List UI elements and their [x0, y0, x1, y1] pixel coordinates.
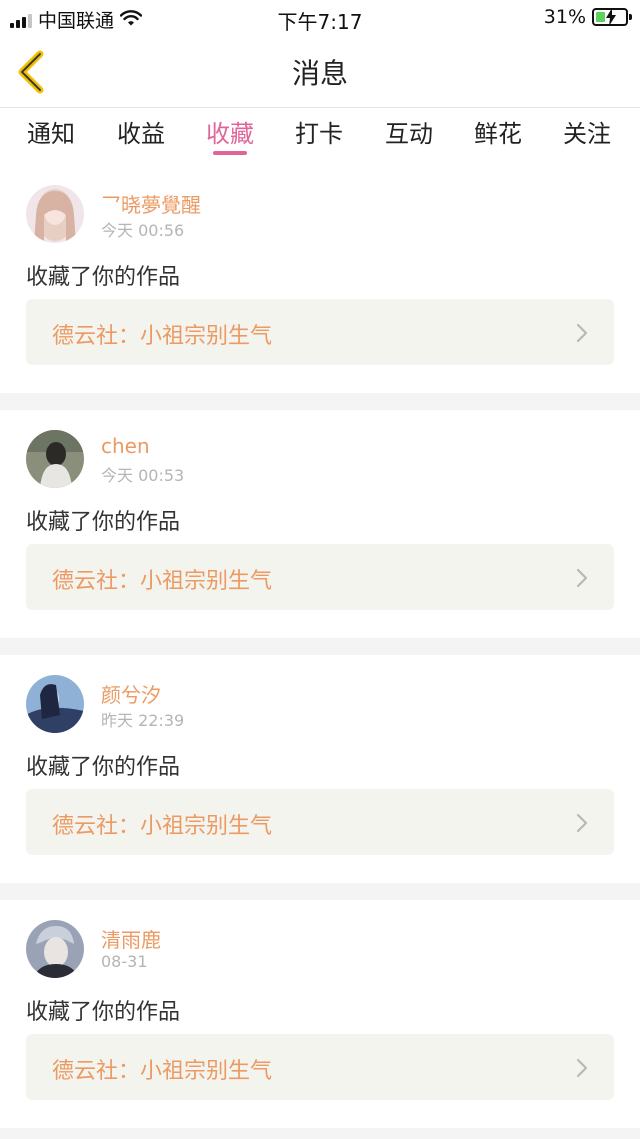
chevron-right-icon	[576, 323, 588, 343]
avatar[interactable]	[26, 430, 84, 488]
avatar[interactable]	[26, 185, 84, 243]
message-card: 清雨鹿 08-31 收藏了你的作品 德云社：小祖宗别生气	[0, 900, 640, 1128]
work-link[interactable]: 德云社：小祖宗别生气	[26, 544, 614, 610]
work-link[interactable]: 德云社：小祖宗别生气	[26, 1034, 614, 1100]
status-bar: 中国联通 下午7:17 31%	[0, 0, 640, 36]
tab-interactions[interactable]: 互动	[364, 114, 454, 149]
message-time: 今天 00:56	[101, 221, 185, 240]
message-text: 收藏了你的作品	[26, 755, 181, 780]
tab-flowers[interactable]: 鲜花	[453, 114, 543, 149]
page-title: 消息	[291, 57, 348, 90]
battery-percent: 31%	[543, 6, 586, 28]
active-tab-indicator	[213, 151, 247, 155]
chevron-right-icon	[576, 568, 588, 588]
tab-checkin[interactable]: 打卡	[274, 114, 364, 149]
message-text: 收藏了你的作品	[26, 1000, 181, 1025]
chevron-right-icon	[576, 1058, 588, 1078]
message-card: chen 今天 00:53 收藏了你的作品 德云社：小祖宗别生气	[0, 410, 640, 638]
username[interactable]: chen	[101, 434, 150, 458]
battery-icon	[592, 8, 632, 26]
work-title: 德云社：小祖宗别生气	[52, 569, 273, 594]
message-card: 颜兮汐 昨天 22:39 收藏了你的作品 德云社：小祖宗别生气	[0, 655, 640, 883]
chevron-right-icon	[576, 813, 588, 833]
avatar[interactable]	[26, 675, 84, 733]
work-link[interactable]: 德云社：小祖宗别生气	[26, 299, 614, 365]
tab-notifications[interactable]: 通知	[6, 114, 96, 149]
tab-favorites[interactable]: 收藏	[185, 114, 275, 149]
message-time: 昨天 22:39	[101, 711, 185, 730]
username[interactable]: 乛晓夢覺醒	[101, 189, 201, 218]
work-title: 德云社：小祖宗别生气	[52, 1059, 273, 1084]
nav-bar: 消息	[0, 36, 640, 108]
message-time: 08-31	[101, 952, 148, 971]
work-link[interactable]: 德云社：小祖宗别生气	[26, 789, 614, 855]
tab-earnings[interactable]: 收益	[96, 114, 186, 149]
message-text: 收藏了你的作品	[26, 510, 181, 535]
username[interactable]: 清雨鹿	[101, 924, 161, 953]
avatar[interactable]	[26, 920, 84, 978]
message-card: 乛晓夢覺醒 今天 00:56 收藏了你的作品 德云社：小祖宗别生气	[0, 165, 640, 393]
message-text: 收藏了你的作品	[26, 265, 181, 290]
status-right: 31%	[543, 6, 632, 28]
username[interactable]: 颜兮汐	[101, 679, 161, 708]
work-title: 德云社：小祖宗别生气	[52, 324, 273, 349]
work-title: 德云社：小祖宗别生气	[52, 814, 273, 839]
tab-bar: 通知 收益 收藏 打卡 互动 鲜花 关注	[0, 108, 640, 168]
message-time: 今天 00:53	[101, 466, 185, 485]
tab-follows[interactable]: 关注	[542, 114, 632, 149]
